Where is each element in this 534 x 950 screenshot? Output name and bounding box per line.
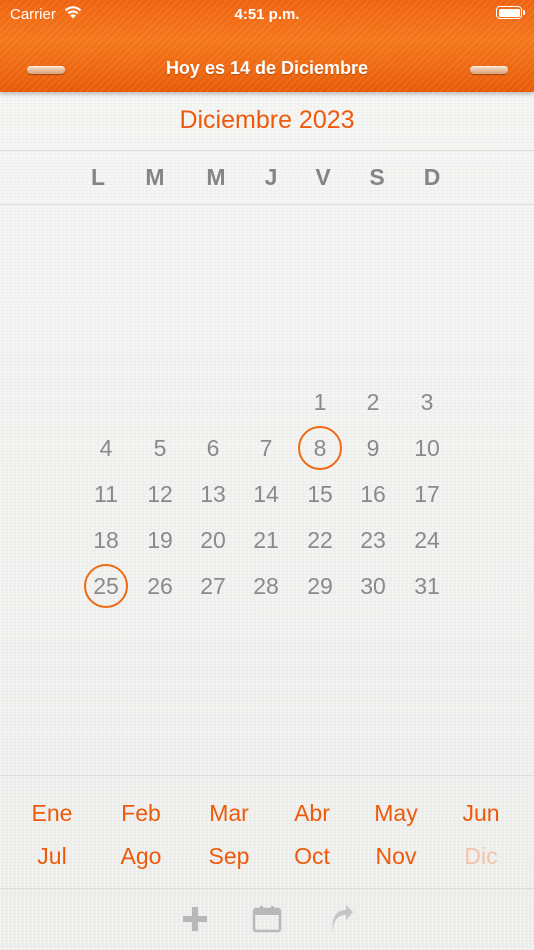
divider bbox=[0, 150, 534, 151]
calendar-day[interactable]: 15 bbox=[295, 474, 345, 514]
calendar-day[interactable]: 25 bbox=[81, 564, 131, 608]
calendar-day[interactable]: 31 bbox=[402, 566, 452, 606]
calendar-day[interactable]: 5 bbox=[135, 428, 185, 468]
divider bbox=[0, 204, 534, 205]
header-bar: Carrier 4:51 p.m. Hoy es 14 de Diciembre bbox=[0, 0, 534, 92]
weekday-label: M bbox=[206, 164, 226, 190]
calendar-day[interactable]: 26 bbox=[135, 566, 185, 606]
calendar-day[interactable]: 16 bbox=[348, 474, 398, 514]
calendar-day[interactable]: 9 bbox=[348, 428, 398, 468]
calendar-day[interactable]: 2 bbox=[348, 382, 398, 422]
month-button-may[interactable]: May bbox=[356, 800, 436, 827]
month-button-nov[interactable]: Nov bbox=[356, 843, 436, 870]
calendar-day[interactable]: 28 bbox=[241, 566, 291, 606]
month-button-oct[interactable]: Oct bbox=[272, 843, 352, 870]
next-month-button[interactable] bbox=[470, 66, 508, 74]
add-icon[interactable] bbox=[177, 902, 213, 936]
calendar-icon[interactable] bbox=[249, 902, 285, 936]
calendar-day[interactable]: 27 bbox=[188, 566, 238, 606]
month-picker: Ene Feb Mar Abr May Jun Jul Ago Sep Oct Nov Dic bbox=[0, 800, 534, 880]
calendar-day[interactable]: 10 bbox=[402, 428, 452, 468]
calendar-day[interactable]: 21 bbox=[241, 520, 291, 560]
weekday-label: L bbox=[90, 164, 106, 190]
weekday-header: L M M J V S D bbox=[0, 164, 534, 192]
month-button-feb[interactable]: Feb bbox=[101, 800, 181, 827]
calendar-day[interactable]: 3 bbox=[402, 382, 452, 422]
calendar-day[interactable]: 7 bbox=[241, 428, 291, 468]
calendar-day[interactable]: 14 bbox=[241, 474, 291, 514]
weekday-label: S bbox=[369, 164, 385, 190]
calendar-day[interactable]: 11 bbox=[81, 474, 131, 514]
share-arrow-icon[interactable] bbox=[323, 902, 359, 936]
calendar-day[interactable]: 30 bbox=[348, 566, 398, 606]
divider bbox=[0, 775, 534, 776]
bottom-toolbar bbox=[0, 896, 534, 946]
month-button-jun[interactable]: Jun bbox=[441, 800, 521, 827]
calendar-day[interactable]: 23 bbox=[348, 520, 398, 560]
divider bbox=[0, 888, 534, 889]
status-bar: Carrier 4:51 p.m. bbox=[0, 0, 534, 30]
calendar-day[interactable]: 8 bbox=[295, 426, 345, 470]
month-button-ene[interactable]: Ene bbox=[12, 800, 92, 827]
month-button-sep[interactable]: Sep bbox=[189, 843, 269, 870]
calendar-day[interactable]: 6 bbox=[188, 428, 238, 468]
calendar-day[interactable]: 20 bbox=[188, 520, 238, 560]
calendar-day[interactable]: 12 bbox=[135, 474, 185, 514]
weekday-label: M bbox=[145, 164, 165, 190]
month-button-mar[interactable]: Mar bbox=[189, 800, 269, 827]
calendar-day[interactable]: 17 bbox=[402, 474, 452, 514]
month-button-jul[interactable]: Jul bbox=[12, 843, 92, 870]
battery-icon bbox=[496, 6, 525, 19]
month-button-dic[interactable]: Dic bbox=[441, 843, 521, 870]
calendar-day[interactable]: 29 bbox=[295, 566, 345, 606]
month-button-abr[interactable]: Abr bbox=[272, 800, 352, 827]
calendar-day[interactable]: 13 bbox=[188, 474, 238, 514]
calendar-day[interactable]: 19 bbox=[135, 520, 185, 560]
weekday-label: D bbox=[423, 164, 441, 190]
month-title: Diciembre 2023 bbox=[179, 106, 355, 134]
calendar-day[interactable]: 22 bbox=[295, 520, 345, 560]
page-title: Hoy es 14 de Diciembre bbox=[165, 58, 369, 78]
weekday-label: V bbox=[315, 164, 331, 190]
calendar-day[interactable]: 4 bbox=[81, 428, 131, 468]
month-button-ago[interactable]: Ago bbox=[101, 843, 181, 870]
calendar-day[interactable]: 18 bbox=[81, 520, 131, 560]
weekday-label: J bbox=[264, 164, 278, 190]
status-time: 4:51 p.m. bbox=[234, 6, 300, 23]
calendar-day[interactable]: 1 bbox=[295, 382, 345, 422]
calendar-day[interactable]: 24 bbox=[402, 520, 452, 560]
